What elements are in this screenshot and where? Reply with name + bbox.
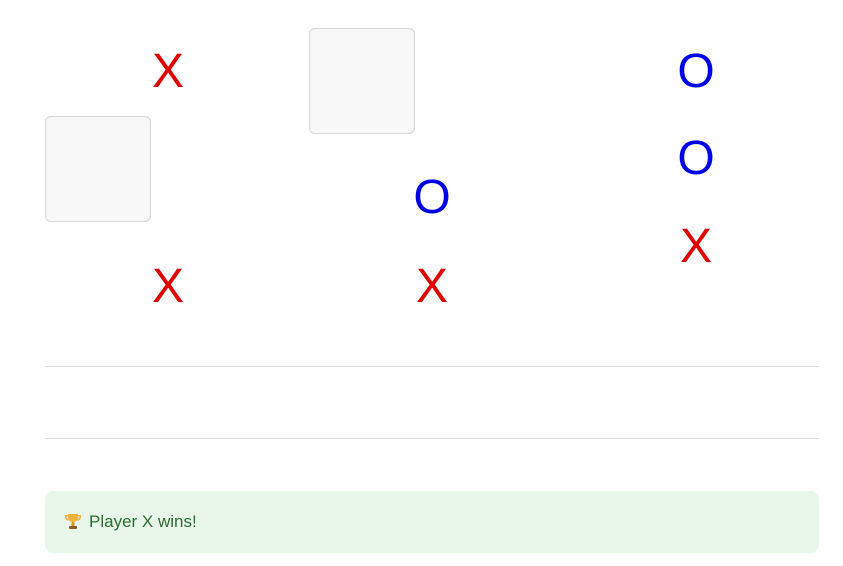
divider [45,438,819,439]
o-mark: O [413,171,451,224]
divider [45,366,819,367]
x-mark: X [151,260,184,313]
o-mark: O [677,45,715,98]
empty-cell[interactable] [45,116,151,222]
empty-cell[interactable] [309,28,415,134]
status-banner: Player X wins! [45,491,819,553]
x-mark: X [415,260,448,313]
x-mark: X [151,45,184,98]
x-mark: X [679,220,712,273]
trophy-icon [63,512,83,532]
status-text: Player X wins! [89,512,197,531]
o-mark: O [677,132,715,185]
